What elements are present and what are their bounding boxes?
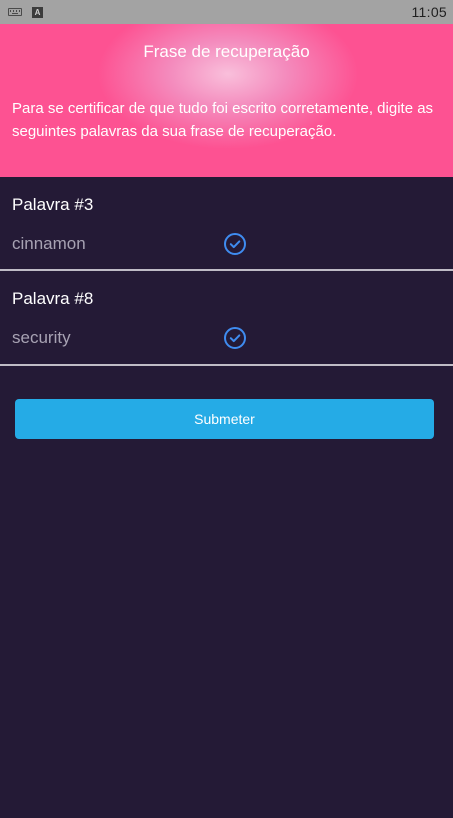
status-icons: A (8, 6, 43, 18)
word-input[interactable]: cinnamon (12, 234, 86, 254)
status-bar: A 11:05 (0, 0, 453, 24)
keyboard-icon (8, 8, 22, 16)
check-circle-icon (224, 327, 246, 349)
word-label: Palavra #3 (12, 195, 94, 214)
check-circle-icon (224, 233, 246, 255)
word-label: Palavra #8 (12, 289, 94, 308)
page-title: Frase de recuperação (143, 42, 310, 61)
header-description: Para se certificar de que tudo foi escri… (12, 100, 434, 140)
a-badge-icon: A (32, 6, 43, 18)
status-time: 11:05 (411, 4, 447, 20)
submit-button[interactable]: Submeter (15, 399, 434, 439)
header: Frase de recuperação Para se certificar … (0, 24, 453, 177)
word-entry-8: Palavra #8 security (0, 271, 453, 365)
word-input[interactable]: security (12, 328, 71, 348)
divider (0, 364, 453, 366)
word-entry-3: Palavra #3 cinnamon (0, 177, 453, 271)
